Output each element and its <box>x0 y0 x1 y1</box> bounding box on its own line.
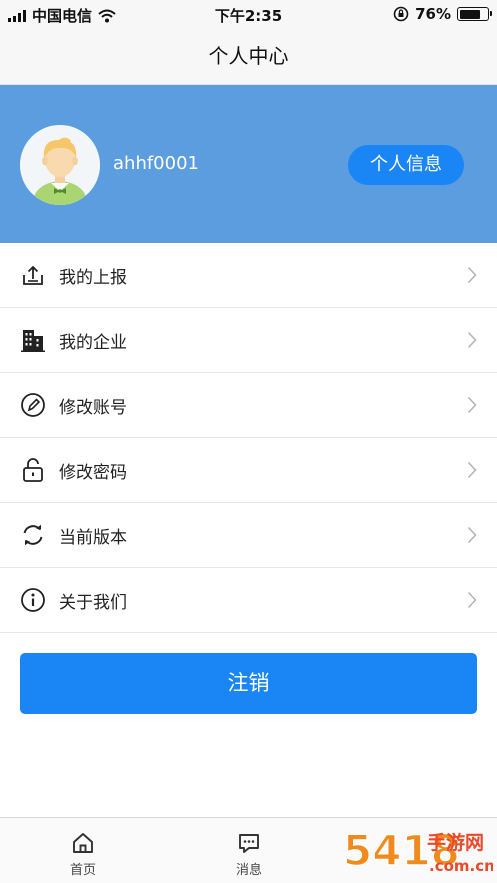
chevron-right-icon <box>467 461 477 479</box>
menu-item-label: 我的上报 <box>59 267 127 288</box>
menu-item-label: 修改密码 <box>59 462 127 483</box>
menu-item-my-company[interactable]: 我的企业 <box>0 308 497 373</box>
chevron-right-icon <box>467 396 477 414</box>
watermark-text: 手游网 <box>427 831 484 854</box>
lock-icon <box>23 458 43 482</box>
tab-home[interactable]: 首页 <box>0 818 166 883</box>
avatar-image <box>20 125 100 205</box>
menu-item-change-password[interactable]: 修改密码 <box>0 438 497 503</box>
menu-item-label: 我的企业 <box>59 332 127 353</box>
tab-label: 消息 <box>235 863 262 878</box>
profile-header: ahhf0001 个人信息 <box>0 85 497 243</box>
edit-icon <box>21 393 45 417</box>
menu-item-label: 关于我们 <box>59 592 127 613</box>
menu-item-my-reports[interactable]: 我的上报 <box>0 243 497 308</box>
username: ahhf0001 <box>113 153 199 174</box>
battery-fill <box>459 9 481 19</box>
menu-list: 我的上报 我的企业 修改账号 修改密码 当前版本 关于我们 <box>0 243 497 633</box>
info-icon <box>21 588 45 612</box>
home-icon <box>73 833 93 853</box>
status-right: 76% <box>393 5 492 23</box>
menu-item-edit-account[interactable]: 修改账号 <box>0 373 497 438</box>
building-icon <box>21 330 45 352</box>
menu-item-about-us[interactable]: 关于我们 <box>0 568 497 633</box>
avatar[interactable] <box>20 125 100 205</box>
personal-info-button[interactable]: 个人信息 <box>348 145 464 185</box>
menu-item-label: 修改账号 <box>59 397 127 418</box>
watermark-logo: 5418 手游网 .com.cn <box>342 819 495 881</box>
nav-bar: 个人中心 <box>0 30 497 85</box>
chevron-right-icon <box>467 266 477 284</box>
status-bar: 中国电信 下午2:35 76% <box>0 0 497 30</box>
refresh-icon <box>23 524 43 546</box>
page-title: 个人中心 <box>208 44 289 68</box>
battery-percent: 76% <box>415 5 451 23</box>
tab-label: 首页 <box>69 863 96 878</box>
chevron-right-icon <box>467 331 477 349</box>
tab-messages[interactable]: 消息 <box>166 818 332 883</box>
menu-item-label: 当前版本 <box>59 527 127 548</box>
upload-icon <box>23 265 43 285</box>
menu-item-current-version[interactable]: 当前版本 <box>0 503 497 568</box>
watermark-domain: .com.cn <box>429 857 493 875</box>
rotation-lock-icon <box>393 6 409 22</box>
message-icon <box>239 834 259 853</box>
chevron-right-icon <box>467 526 477 544</box>
battery-icon <box>457 7 492 21</box>
logout-button[interactable]: 注销 <box>20 653 477 714</box>
chevron-right-icon <box>467 591 477 609</box>
